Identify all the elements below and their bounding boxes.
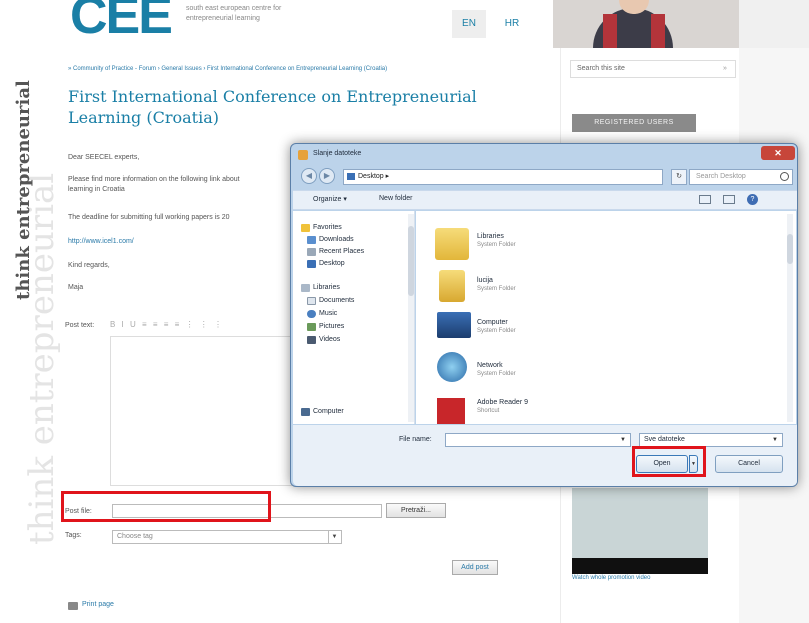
file-item-type: System Folder [477, 328, 516, 334]
photo-detail [603, 14, 617, 48]
view-options-icon[interactable] [699, 195, 711, 204]
chevron-down-icon[interactable]: ▼ [617, 434, 629, 446]
app-icon [298, 150, 308, 160]
lang-hr-link[interactable]: HR [500, 10, 524, 38]
file-type-select[interactable]: Sve datoteke [639, 433, 783, 447]
command-bar [293, 190, 797, 210]
nav-item-favorites[interactable]: Favorites [313, 224, 342, 231]
tags-select[interactable]: Choose tag [112, 530, 342, 544]
side-band: think entrepreneurial think entrepreneur… [0, 0, 62, 623]
side-text: think entrepreneurial [13, 80, 34, 300]
desktop-icon [347, 173, 355, 180]
video-link[interactable]: Watch whole promotion video [572, 575, 650, 581]
file-upload-dialog: Slanje datoteke ✕ ◀ ▶ Desktop ▸ ↻ Search… [290, 143, 798, 487]
chevron-down-icon[interactable]: ▼ [328, 531, 340, 543]
lang-en-link[interactable]: EN [452, 10, 486, 38]
libraries-icon [301, 284, 310, 292]
post-paragraph: Kind regards, [68, 262, 110, 269]
nav-item-libraries[interactable]: Libraries [313, 284, 340, 291]
highlight-post-file [61, 491, 271, 522]
file-item-name[interactable]: lucija [477, 277, 493, 284]
post-paragraph: Please find more information on the foll… [68, 176, 240, 183]
highlight-open-button [632, 446, 706, 477]
star-icon [301, 224, 310, 232]
post-text-editor[interactable] [110, 336, 300, 486]
adobe-reader-icon[interactable] [437, 398, 465, 424]
file-name-input[interactable] [445, 433, 631, 447]
file-list [416, 211, 796, 424]
dialog-search-input[interactable]: Search Desktop [689, 169, 793, 185]
tags-label: Tags: [65, 532, 82, 539]
search-submit-icon[interactable]: » [716, 60, 734, 78]
file-item-type: System Folder [477, 371, 516, 377]
search-icon[interactable] [780, 172, 789, 181]
organize-menu[interactable]: Organize ▾ [313, 195, 347, 203]
video-controls[interactable] [572, 558, 708, 574]
file-item-type: System Folder [477, 242, 516, 248]
documents-icon [307, 297, 316, 305]
nav-item-videos[interactable]: Videos [319, 336, 340, 343]
breadcrumb[interactable]: » Community of Practice - Forum › Genera… [68, 66, 387, 72]
printer-icon[interactable] [68, 602, 78, 610]
libraries-folder-icon[interactable] [435, 228, 469, 260]
header-photo [553, 0, 739, 48]
help-icon[interactable]: ? [747, 194, 758, 205]
file-item-name[interactable]: Libraries [477, 233, 504, 240]
desktop-icon [307, 260, 316, 268]
add-post-button[interactable]: Add post [452, 560, 498, 575]
new-folder-button[interactable]: New folder [379, 195, 412, 202]
refresh-button[interactable]: ↻ [671, 169, 687, 185]
nav-item-pictures[interactable]: Pictures [319, 323, 344, 330]
right-margin [739, 0, 809, 48]
post-paragraph: Dear SEECEL experts, [68, 154, 140, 161]
nav-item-recent[interactable]: Recent Places [319, 248, 364, 255]
nav-item-music[interactable]: Music [319, 310, 337, 317]
post-paragraph: Maja [68, 284, 84, 291]
nav-item-desktop[interactable]: Desktop [319, 260, 345, 267]
file-item-name[interactable]: Adobe Reader 9 [477, 399, 528, 406]
file-item-type: System Folder [477, 286, 516, 292]
address-bar[interactable]: Desktop ▸ [343, 169, 663, 185]
file-item-name[interactable]: Computer [477, 319, 508, 326]
print-page-link[interactable]: Print page [82, 601, 114, 608]
network-icon[interactable] [437, 352, 467, 382]
preview-pane-icon[interactable] [723, 195, 735, 204]
computer-icon[interactable] [437, 312, 471, 338]
file-name-label: File name: [399, 436, 432, 443]
cancel-button[interactable]: Cancel [715, 455, 783, 473]
recent-places-icon [307, 248, 316, 256]
nav-scrollbar-thumb[interactable] [408, 226, 414, 296]
nav-item-downloads[interactable]: Downloads [319, 236, 354, 243]
post-text-label: Post text: [65, 322, 95, 329]
search-input[interactable]: Search this site [570, 60, 736, 78]
logo[interactable]: CEE [70, 0, 173, 46]
photo-detail [651, 14, 665, 48]
post-link[interactable]: http://www.icel1.com/ [68, 238, 134, 245]
videos-icon [307, 336, 316, 344]
back-arrow-icon[interactable]: ◀ [301, 168, 317, 184]
post-paragraph: learning in Croatia [68, 186, 125, 193]
registered-users-button[interactable]: REGISTERED USERS [572, 114, 696, 132]
nav-item-documents[interactable]: Documents [319, 297, 354, 304]
file-item-name[interactable]: Network [477, 362, 503, 369]
editor-toolbar[interactable]: B I U ≡ ≡ ≡ ≡ ⋮ ⋮ ⋮ [110, 320, 300, 334]
forward-arrow-icon[interactable]: ▶ [319, 168, 335, 184]
page-title: First International Conference on Entrep… [68, 87, 477, 127]
music-icon [307, 310, 316, 318]
browse-button[interactable]: Pretraži... [386, 503, 446, 518]
pictures-icon [307, 323, 316, 331]
tagline: south east european centre for entrepren… [186, 5, 282, 22]
user-folder-icon[interactable] [439, 270, 465, 302]
file-list-scrollbar-thumb[interactable] [787, 234, 793, 264]
close-button[interactable]: ✕ [761, 146, 795, 160]
file-item-type: Shortcut [477, 408, 500, 414]
computer-icon [301, 408, 310, 416]
chevron-down-icon[interactable]: ▼ [769, 434, 781, 446]
dialog-title: Slanje datoteke [313, 150, 362, 157]
post-paragraph: The deadline for submitting full working… [68, 214, 230, 221]
nav-item-computer[interactable]: Computer [313, 408, 344, 415]
downloads-icon [307, 236, 316, 244]
